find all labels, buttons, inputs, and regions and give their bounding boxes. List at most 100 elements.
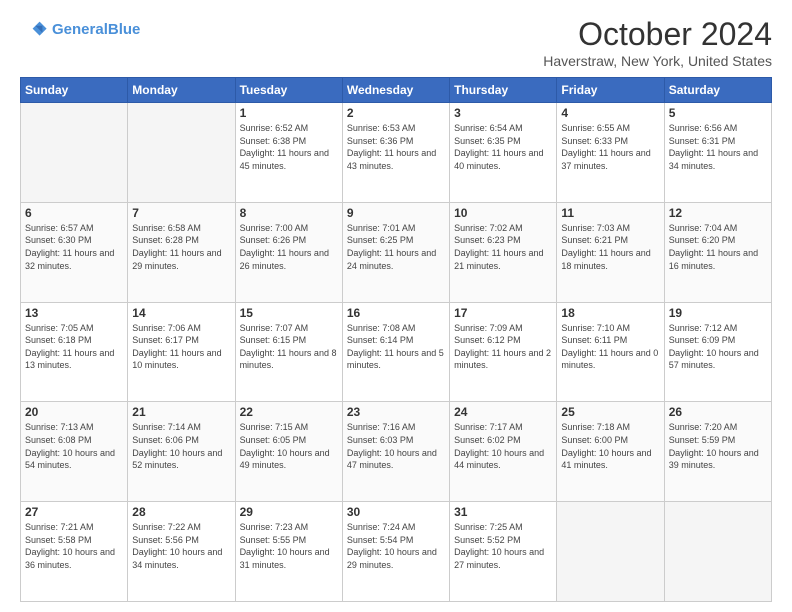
calendar-cell: 5 Sunrise: 6:56 AMSunset: 6:31 PMDaylight… <box>664 103 771 203</box>
calendar-table: SundayMondayTuesdayWednesdayThursdayFrid… <box>20 77 772 602</box>
day-number: 19 <box>669 306 767 320</box>
calendar-cell: 11 Sunrise: 7:03 AMSunset: 6:21 PMDayligh… <box>557 202 664 302</box>
day-info: Sunrise: 7:16 AMSunset: 6:03 PMDaylight:… <box>347 421 445 471</box>
day-info: Sunrise: 7:13 AMSunset: 6:08 PMDaylight:… <box>25 421 123 471</box>
calendar-cell: 8 Sunrise: 7:00 AMSunset: 6:26 PMDaylight… <box>235 202 342 302</box>
calendar-cell: 9 Sunrise: 7:01 AMSunset: 6:25 PMDaylight… <box>342 202 449 302</box>
day-number: 14 <box>132 306 230 320</box>
day-number: 22 <box>240 405 338 419</box>
calendar-cell: 1 Sunrise: 6:52 AMSunset: 6:38 PMDaylight… <box>235 103 342 203</box>
day-info: Sunrise: 7:23 AMSunset: 5:55 PMDaylight:… <box>240 521 338 571</box>
day-number: 10 <box>454 206 552 220</box>
day-number: 29 <box>240 505 338 519</box>
day-number: 21 <box>132 405 230 419</box>
day-info: Sunrise: 7:17 AMSunset: 6:02 PMDaylight:… <box>454 421 552 471</box>
calendar-cell: 18 Sunrise: 7:10 AMSunset: 6:11 PMDayligh… <box>557 302 664 402</box>
logo-line2: Blue <box>108 21 141 38</box>
day-info: Sunrise: 7:25 AMSunset: 5:52 PMDaylight:… <box>454 521 552 571</box>
day-info: Sunrise: 7:00 AMSunset: 6:26 PMDaylight:… <box>240 222 338 272</box>
calendar-cell: 26 Sunrise: 7:20 AMSunset: 5:59 PMDayligh… <box>664 402 771 502</box>
day-number: 17 <box>454 306 552 320</box>
day-number: 9 <box>347 206 445 220</box>
calendar-cell: 17 Sunrise: 7:09 AMSunset: 6:12 PMDayligh… <box>450 302 557 402</box>
calendar-cell <box>664 502 771 602</box>
day-number: 28 <box>132 505 230 519</box>
day-number: 8 <box>240 206 338 220</box>
day-info: Sunrise: 6:56 AMSunset: 6:31 PMDaylight:… <box>669 122 767 172</box>
day-info: Sunrise: 7:02 AMSunset: 6:23 PMDaylight:… <box>454 222 552 272</box>
day-number: 26 <box>669 405 767 419</box>
logo-line1: General <box>52 21 108 38</box>
subtitle: Haverstraw, New York, United States <box>543 53 772 69</box>
page: GeneralBlue October 2024 Haverstraw, New… <box>0 0 792 612</box>
calendar-cell: 16 Sunrise: 7:08 AMSunset: 6:14 PMDayligh… <box>342 302 449 402</box>
day-number: 13 <box>25 306 123 320</box>
day-header-sunday: Sunday <box>21 78 128 103</box>
calendar-cell <box>21 103 128 203</box>
day-header-monday: Monday <box>128 78 235 103</box>
day-info: Sunrise: 7:03 AMSunset: 6:21 PMDaylight:… <box>561 222 659 272</box>
logo-icon <box>20 16 48 44</box>
day-number: 11 <box>561 206 659 220</box>
day-info: Sunrise: 7:04 AMSunset: 6:20 PMDaylight:… <box>669 222 767 272</box>
calendar-cell: 12Sunrise: 7:04 AMSunset: 6:20 PMDayligh… <box>664 202 771 302</box>
calendar-cell: 20 Sunrise: 7:13 AMSunset: 6:08 PMDayligh… <box>21 402 128 502</box>
day-header-wednesday: Wednesday <box>342 78 449 103</box>
header: GeneralBlue October 2024 Haverstraw, New… <box>20 16 772 69</box>
calendar-cell: 23 Sunrise: 7:16 AMSunset: 6:03 PMDayligh… <box>342 402 449 502</box>
day-number: 15 <box>240 306 338 320</box>
day-number: 23 <box>347 405 445 419</box>
day-info: Sunrise: 6:57 AMSunset: 6:30 PMDaylight:… <box>25 222 123 272</box>
calendar-cell: 28 Sunrise: 7:22 AMSunset: 5:56 PMDayligh… <box>128 502 235 602</box>
day-info: Sunrise: 7:15 AMSunset: 6:05 PMDaylight:… <box>240 421 338 471</box>
day-header-tuesday: Tuesday <box>235 78 342 103</box>
calendar-cell: 7 Sunrise: 6:58 AMSunset: 6:28 PMDaylight… <box>128 202 235 302</box>
logo: GeneralBlue <box>20 16 140 44</box>
day-info: Sunrise: 7:12 AMSunset: 6:09 PMDaylight:… <box>669 322 767 372</box>
calendar-cell <box>128 103 235 203</box>
day-info: Sunrise: 7:22 AMSunset: 5:56 PMDaylight:… <box>132 521 230 571</box>
day-info: Sunrise: 7:09 AMSunset: 6:12 PMDaylight:… <box>454 322 552 372</box>
calendar-cell: 30Sunrise: 7:24 AMSunset: 5:54 PMDayligh… <box>342 502 449 602</box>
day-number: 31 <box>454 505 552 519</box>
day-number: 20 <box>25 405 123 419</box>
calendar-cell: 19 Sunrise: 7:12 AMSunset: 6:09 PMDayligh… <box>664 302 771 402</box>
day-info: Sunrise: 6:53 AMSunset: 6:36 PMDaylight:… <box>347 122 445 172</box>
day-number: 5 <box>669 106 767 120</box>
day-number: 16 <box>347 306 445 320</box>
calendar-cell: 14 Sunrise: 7:06 AMSunset: 6:17 PMDayligh… <box>128 302 235 402</box>
day-info: Sunrise: 7:10 AMSunset: 6:11 PMDaylight:… <box>561 322 659 372</box>
calendar-cell: 21 Sunrise: 7:14 AMSunset: 6:06 PMDayligh… <box>128 402 235 502</box>
day-info: Sunrise: 6:58 AMSunset: 6:28 PMDaylight:… <box>132 222 230 272</box>
day-info: Sunrise: 6:52 AMSunset: 6:38 PMDaylight:… <box>240 122 338 172</box>
day-number: 25 <box>561 405 659 419</box>
title-block: October 2024 Haverstraw, New York, Unite… <box>543 16 772 69</box>
day-info: Sunrise: 7:08 AMSunset: 6:14 PMDaylight:… <box>347 322 445 372</box>
day-number: 2 <box>347 106 445 120</box>
day-info: Sunrise: 7:14 AMSunset: 6:06 PMDaylight:… <box>132 421 230 471</box>
day-number: 18 <box>561 306 659 320</box>
day-number: 1 <box>240 106 338 120</box>
day-number: 6 <box>25 206 123 220</box>
day-info: Sunrise: 7:05 AMSunset: 6:18 PMDaylight:… <box>25 322 123 372</box>
day-info: Sunrise: 7:01 AMSunset: 6:25 PMDaylight:… <box>347 222 445 272</box>
calendar-cell: 22 Sunrise: 7:15 AMSunset: 6:05 PMDayligh… <box>235 402 342 502</box>
day-info: Sunrise: 6:54 AMSunset: 6:35 PMDaylight:… <box>454 122 552 172</box>
day-info: Sunrise: 7:06 AMSunset: 6:17 PMDaylight:… <box>132 322 230 372</box>
day-info: Sunrise: 7:20 AMSunset: 5:59 PMDaylight:… <box>669 421 767 471</box>
day-number: 7 <box>132 206 230 220</box>
day-number: 30 <box>347 505 445 519</box>
day-info: Sunrise: 7:18 AMSunset: 6:00 PMDaylight:… <box>561 421 659 471</box>
calendar-cell: 15 Sunrise: 7:07 AMSunset: 6:15 PMDayligh… <box>235 302 342 402</box>
calendar-cell <box>557 502 664 602</box>
day-info: Sunrise: 7:07 AMSunset: 6:15 PMDaylight:… <box>240 322 338 372</box>
day-info: Sunrise: 7:21 AMSunset: 5:58 PMDaylight:… <box>25 521 123 571</box>
calendar-cell: 4Sunrise: 6:55 AMSunset: 6:33 PMDaylight… <box>557 103 664 203</box>
day-number: 27 <box>25 505 123 519</box>
day-header-saturday: Saturday <box>664 78 771 103</box>
day-header-friday: Friday <box>557 78 664 103</box>
day-number: 24 <box>454 405 552 419</box>
calendar-cell: 31 Sunrise: 7:25 AMSunset: 5:52 PMDayligh… <box>450 502 557 602</box>
calendar-cell: 25 Sunrise: 7:18 AMSunset: 6:00 PMDayligh… <box>557 402 664 502</box>
calendar-cell: 2 Sunrise: 6:53 AMSunset: 6:36 PMDaylight… <box>342 103 449 203</box>
